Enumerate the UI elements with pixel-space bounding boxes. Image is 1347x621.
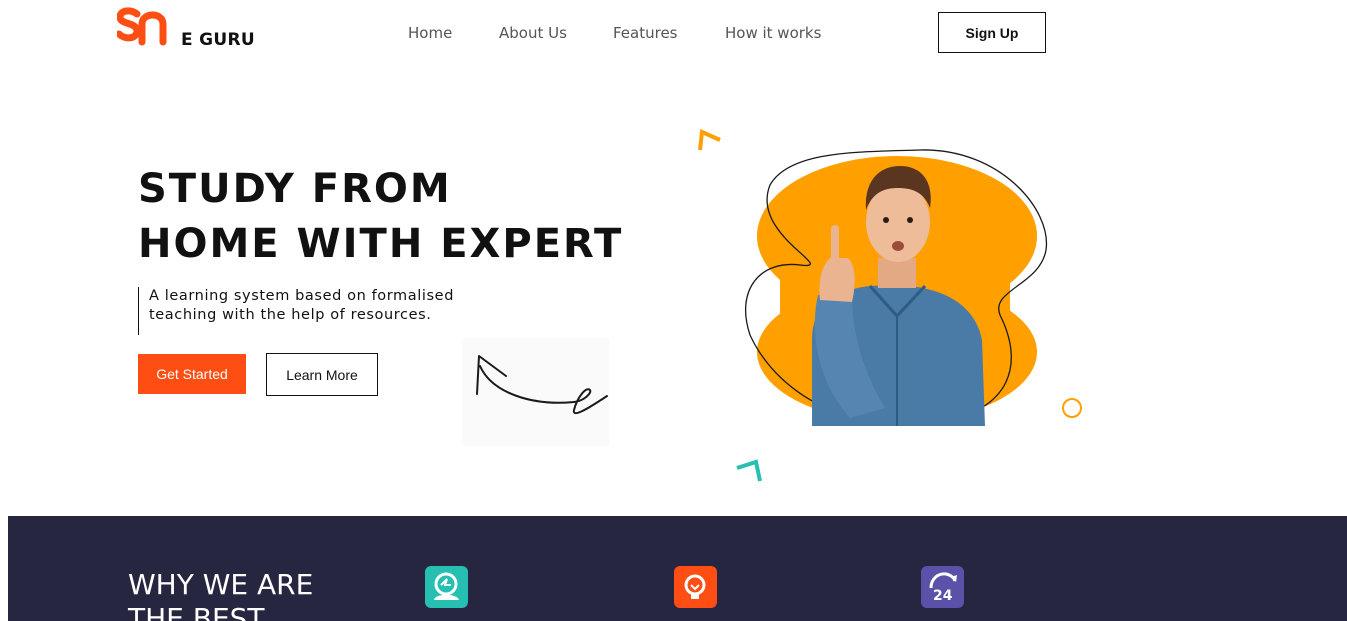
- section-title-line: WHY WE ARE: [128, 568, 314, 601]
- section-title-line: THE BEST: [128, 602, 265, 621]
- hero-title-line: HOME WITH EXPERT: [138, 221, 624, 267]
- logo[interactable]: [115, 6, 169, 48]
- nav-how-it-works[interactable]: How it works: [725, 24, 821, 42]
- student-pointing-illustration: [745, 149, 1048, 426]
- 24-hours-icon: 24: [921, 566, 964, 608]
- brand-name: E GURU: [181, 30, 255, 50]
- lightbulb-icon: [674, 566, 717, 608]
- get-started-button[interactable]: Get Started: [138, 354, 246, 394]
- teal-caret-decoration: [736, 459, 762, 482]
- hero-description: A learning system based on formalised te…: [138, 287, 454, 335]
- curved-arrow-illustration: [462, 338, 609, 446]
- section-title: WHY WE ARE THE BEST: [128, 568, 313, 621]
- hero-image: [740, 140, 1060, 430]
- hero-title-line: STUDY FROM: [138, 166, 452, 212]
- nav-features[interactable]: Features: [613, 24, 678, 42]
- sign-up-button[interactable]: Sign Up: [938, 12, 1046, 53]
- support-agent-icon: [425, 566, 468, 608]
- hero-description-line: A learning system based on formalised: [149, 288, 454, 304]
- nav-about-us[interactable]: About Us: [499, 24, 567, 42]
- hero-title: STUDY FROM HOME WITH EXPERT: [138, 162, 658, 272]
- curved-arrow-icon: [476, 355, 608, 415]
- logo-icon: [115, 7, 167, 46]
- why-we-are-the-best-section: WHY WE ARE THE BEST 24: [8, 516, 1347, 621]
- orange-caret-decoration: [698, 129, 721, 151]
- nav-home[interactable]: Home: [408, 24, 452, 42]
- orange-circle-decoration: [1062, 398, 1082, 418]
- learn-more-button[interactable]: Learn More: [266, 353, 378, 396]
- svg-text:24: 24: [933, 588, 953, 604]
- hero-description-line: teaching with the help of resources.: [149, 307, 432, 323]
